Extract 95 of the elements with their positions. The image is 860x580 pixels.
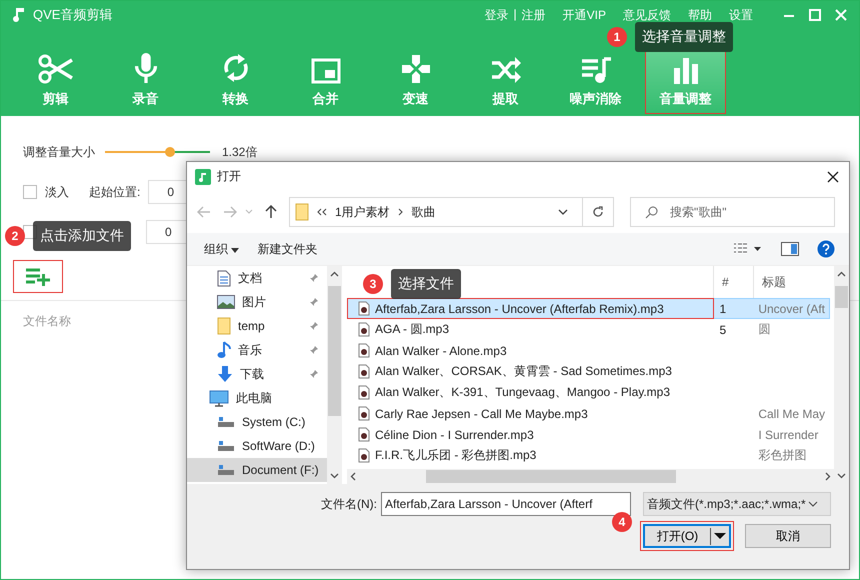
file-row[interactable]: Céline Dion - I Surrender.mp3 I Surrender [347,424,830,445]
breadcrumb-item[interactable]: 歌曲 [412,204,436,220]
hint-tooltip: 选择音量调整 [635,22,733,52]
preview-pane-icon[interactable] [781,242,799,256]
open-button[interactable]: 打开(O) [640,521,734,551]
sync-icon [222,52,250,84]
file-row[interactable]: Alan Walker、K-391、Tungevaag、Mangoo - Play.mp3 [347,382,830,403]
download-icon [217,365,233,383]
audio-file-icon [358,448,370,463]
scrollbar-thumb[interactable] [328,286,341,416]
step-badge: 2 [5,226,25,246]
column-header[interactable]: 标题 [754,266,830,298]
address-bar[interactable]: 1用户素材 歌曲 [289,197,583,227]
bar-chart-icon [672,56,698,84]
music-list-icon [580,56,612,84]
nav-item[interactable]: 文档 [187,266,327,290]
drive-icon [217,464,235,476]
drive-icon [217,416,235,428]
picture-in-picture-icon [310,58,340,84]
file-row[interactable]: AGA - 圆.mp3 5 圆 [347,319,830,340]
add-list-icon [25,268,51,286]
hint-tooltip: 选择文件 [391,269,461,299]
scroll-down-icon[interactable] [837,473,846,479]
nav-item[interactable]: 此电脑 [187,386,327,410]
up-arrow-icon[interactable] [265,205,277,219]
separator: | [514,6,517,22]
hint-tooltip: 点击添加文件 [33,221,131,251]
nav-item[interactable]: 图片 [187,290,327,314]
audio-file-icon [358,406,370,421]
audio-file-icon [358,301,370,316]
microphone-icon [132,52,158,84]
file-row[interactable]: Carly Rae Jepsen - Call Me Maybe.mp3 Call Me May [347,403,830,424]
volume-reading: 1.32倍 [222,144,258,160]
audio-file-icon [358,427,370,442]
scroll-left-icon[interactable] [350,472,356,481]
scroll-right-icon[interactable] [825,472,831,481]
fade-in-label: 淡入 [45,184,69,200]
file-row[interactable]: F.I.R.飞儿乐团 - 彩色拼图.mp3 彩色拼图 [347,445,830,466]
view-options-icon[interactable] [733,243,763,255]
file-row[interactable]: Alan Walker、CORSAK、黄霄雲 - Sad Sometimes.mp3 [347,361,830,382]
scissors-icon [38,54,74,84]
cancel-button[interactable]: 取消 [745,524,831,548]
scroll-down-icon[interactable] [330,473,339,479]
add-file-button[interactable] [13,260,63,293]
new-folder-button[interactable]: 新建文件夹 [257,240,318,258]
gamepad-icon [400,54,430,84]
document-icon [217,270,231,286]
nav-item[interactable]: 音乐 [187,338,327,362]
folder-icon [217,317,231,335]
refresh-button[interactable] [582,197,614,227]
fade-in-checkbox[interactable] [23,185,37,199]
dialog-title: 打开 [217,168,241,185]
folder-icon [295,203,309,221]
shuffle-icon [490,56,522,84]
file-row[interactable]: Alan Walker - Alone.mp3 [347,340,830,361]
scroll-up-icon[interactable] [837,271,846,277]
music-note-icon [195,168,211,184]
app-title: QVE音频剪辑 [33,6,112,24]
scrollbar-thumb[interactable] [835,286,848,308]
chevron-right-icon [398,208,404,216]
nav-item[interactable]: temp [187,314,327,338]
help-icon[interactable] [817,240,835,258]
search-field[interactable]: 搜索"歌曲" [630,197,835,227]
start-position-label: 起始位置: [89,184,140,200]
caret-icon [231,248,240,252]
volume-label: 调整音量大小 [23,144,95,160]
image-icon [217,295,235,309]
maximize-icon[interactable] [809,9,821,21]
audio-file-icon [358,322,370,337]
chevron-down-icon [808,501,818,507]
file-name-label: 文件名(N): [321,496,377,512]
file-type-dropdown[interactable]: 音频文件(*.mp3;*.aac;*.wma;* [643,492,831,516]
computer-icon [209,390,229,406]
file-row[interactable]: Afterfab,Zara Larsson - Uncover (Afterfab Remix).mp3 1 Uncover (Aft [347,298,830,319]
nav-item[interactable]: System (C:) [187,410,327,434]
audio-file-icon [358,343,370,358]
music-note-icon [217,341,231,359]
nav-item[interactable]: Document (F:) [187,458,327,482]
nav-item[interactable]: 下载 [187,362,327,386]
chevron-down-icon[interactable] [558,209,568,215]
search-icon [645,206,658,218]
drive-icon [217,440,235,452]
organize-menu[interactable]: 组织 [204,240,240,258]
file-name-field[interactable]: Afterfab,Zara Larsson - Uncover (Afterf [381,492,631,516]
music-note-icon [13,7,25,23]
double-chevron-icon [317,208,327,216]
scrollbar-thumb[interactable] [426,470,676,483]
audio-file-icon [358,364,370,379]
file-name-header: 文件名称 [23,313,71,330]
audio-file-icon [358,385,370,400]
refresh-icon [592,206,604,218]
nav-item[interactable]: SoftWare (D:) [187,434,327,458]
scroll-up-icon[interactable] [330,271,339,277]
close-icon[interactable] [827,170,839,182]
breadcrumb-item[interactable]: 1用户素材 [335,204,390,220]
